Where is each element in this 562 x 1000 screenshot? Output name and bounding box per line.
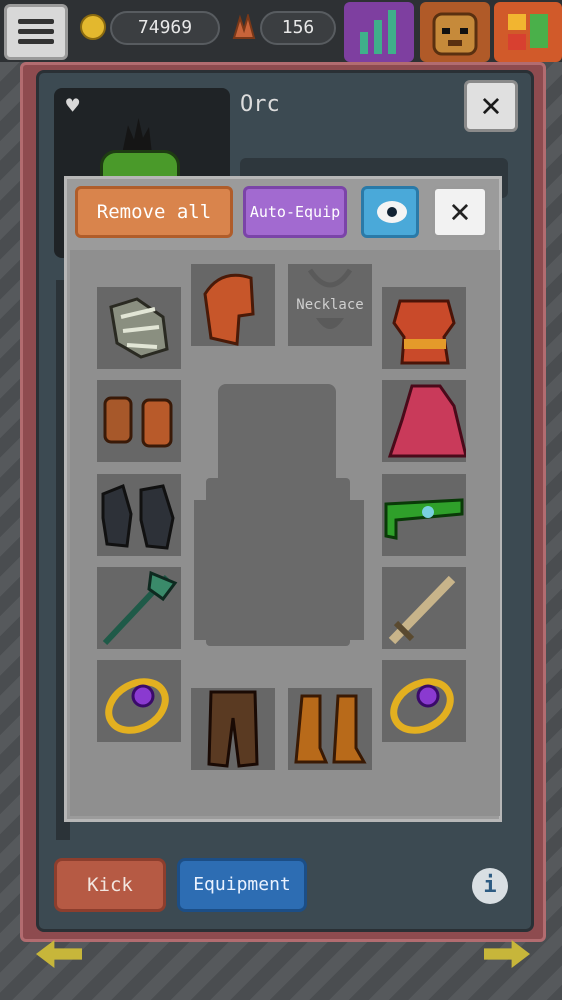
pants-icon — [207, 690, 259, 768]
slot-cape[interactable] — [382, 380, 468, 462]
slot-ring-left[interactable] — [97, 660, 181, 742]
ring-icon — [105, 678, 169, 734]
fame-counter: 156 — [260, 11, 336, 45]
hero-name: Orc — [240, 92, 280, 117]
armor-icon — [392, 299, 456, 365]
slot-gloves[interactable] — [97, 474, 181, 556]
remove-all-button[interactable]: Remove all — [75, 186, 233, 238]
body-silhouette-arm — [194, 500, 224, 640]
coin-counter: 74969 — [110, 11, 220, 45]
slot-helmet[interactable] — [191, 264, 275, 346]
kick-button[interactable]: Kick — [54, 858, 166, 912]
helmet-icon — [203, 273, 255, 346]
belt-icon — [384, 498, 464, 540]
slot-pants[interactable] — [191, 688, 275, 770]
slot-weapon[interactable] — [97, 287, 181, 369]
bear-face-icon — [432, 12, 478, 56]
slot-bracers[interactable] — [97, 380, 181, 462]
ring-icon — [390, 678, 454, 734]
sword-icon — [388, 575, 456, 645]
grid-icon — [508, 14, 548, 50]
toggle-view-button[interactable] — [361, 186, 419, 238]
slot-staff[interactable] — [97, 567, 181, 649]
grid-tab[interactable] — [494, 2, 562, 62]
slot-armor[interactable] — [382, 287, 466, 369]
slot-belt[interactable] — [382, 474, 466, 556]
hamburger-icon — [18, 29, 54, 34]
body-silhouette-torso — [206, 478, 350, 646]
menu-button[interactable] — [4, 4, 68, 60]
hamburger-icon — [18, 19, 54, 24]
fame-icon — [232, 12, 256, 40]
slot-sword[interactable] — [382, 567, 466, 649]
close-dialog-button[interactable]: ✕ — [432, 186, 488, 238]
bracers-icon — [103, 396, 173, 448]
info-icon[interactable]: i — [472, 868, 508, 904]
eye-icon — [377, 201, 407, 223]
hamburger-icon — [18, 39, 54, 44]
gloves-icon — [101, 483, 175, 550]
bar-chart-icon — [360, 10, 396, 54]
claw-weapon-icon — [109, 297, 169, 359]
necklace-slot-label: Necklace — [296, 297, 364, 313]
staff-icon — [102, 570, 178, 646]
slot-ring-right[interactable] — [382, 660, 466, 742]
coin-icon — [80, 14, 106, 40]
avatar-tab[interactable] — [420, 2, 490, 62]
equipment-button[interactable]: Equipment — [177, 858, 307, 912]
auto-equip-button[interactable]: Auto-Equip — [243, 186, 347, 238]
close-panel-button[interactable]: ✕ — [464, 80, 518, 132]
body-silhouette-arm — [334, 500, 364, 640]
boots-icon — [294, 694, 367, 764]
stats-tab[interactable] — [344, 2, 414, 62]
slot-boots[interactable] — [288, 688, 372, 770]
heart-icon[interactable]: ♥ — [66, 94, 79, 119]
cape-icon — [387, 384, 468, 458]
